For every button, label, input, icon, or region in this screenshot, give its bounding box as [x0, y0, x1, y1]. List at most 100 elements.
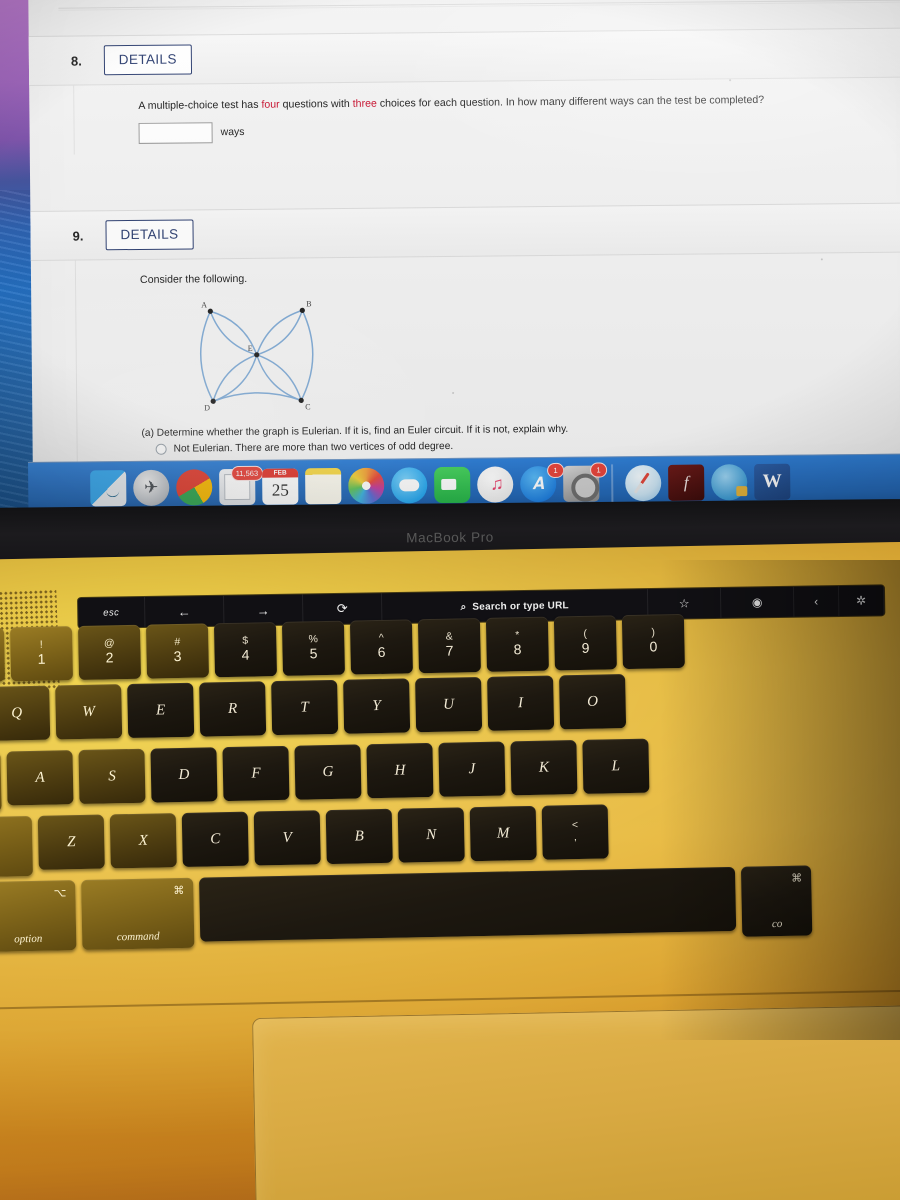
dock-item-flash-player[interactable]: f: [668, 464, 705, 509]
key-key-co[interactable]: ⌘ co: [740, 865, 813, 937]
key-label: T: [300, 698, 309, 716]
key-key-b[interactable]: B: [325, 808, 393, 865]
graph-svg: A B E D C: [200, 299, 314, 412]
key-key-7[interactable]: & 7: [417, 617, 481, 674]
key-label: U: [443, 695, 455, 713]
question-8-answer-input[interactable]: [138, 122, 213, 144]
key-key-n[interactable]: N: [397, 807, 465, 863]
key-label: 4: [241, 646, 250, 664]
key-label: S: [108, 767, 116, 784]
key-key-y[interactable]: Y: [343, 678, 411, 734]
key-label: B: [354, 827, 364, 845]
key-key-x[interactable]: X: [109, 813, 177, 869]
keyboard[interactable]: ~`!1@2#3$4%5^6&7*8(9)0 tabQWERTYUIO ps l…: [0, 608, 900, 959]
key-key-o[interactable]: O: [559, 674, 627, 730]
graph-edge: [200, 310, 214, 402]
graph-edge: [300, 310, 314, 401]
key-key-u[interactable]: U: [415, 676, 483, 733]
key-key-2[interactable]: @2: [77, 624, 142, 681]
key-key-5[interactable]: % 5: [281, 620, 345, 676]
graph-vertex: [298, 397, 304, 403]
calendar-month: FEB: [262, 467, 299, 478]
key-key-option[interactable]: ⌥ option: [0, 880, 77, 953]
question-8-details-button[interactable]: DETAILS: [103, 44, 192, 76]
key-key-w[interactable]: W: [55, 684, 123, 740]
key-key-e[interactable]: E: [127, 682, 195, 739]
dock-separator: [611, 463, 614, 502]
touchbar-back-icon[interactable]: ←: [144, 595, 225, 627]
dock-item-system-preferences[interactable]: 1: [563, 461, 608, 510]
trackpad[interactable]: [252, 1004, 900, 1200]
key-key-3[interactable]: #3: [145, 623, 210, 679]
key-key-k[interactable]: K: [510, 740, 578, 796]
keyboard-row-modifiers[interactable]: ^control⌥option⌘command⌘co: [0, 861, 900, 953]
dock-item-notes[interactable]: [305, 467, 342, 504]
key-key-a[interactable]: A: [6, 750, 74, 806]
question-9-details-button[interactable]: DETAILS: [105, 219, 194, 251]
dock-item-itunes[interactable]: ♫: [477, 465, 514, 503]
key-key-0[interactable]: ) 0: [621, 613, 685, 670]
key-label: K: [538, 759, 550, 776]
graph-vertex-label: C: [305, 402, 310, 411]
key-key-g[interactable]: G: [294, 744, 362, 800]
key-label: J: [468, 760, 476, 777]
key-key-[interactable]: ~`: [0, 627, 6, 683]
key-label: O: [586, 693, 599, 710]
key-key-9[interactable]: (9: [553, 615, 617, 671]
key-key-d[interactable]: D: [150, 747, 218, 803]
key-space[interactable]: [199, 866, 737, 942]
key-key-1[interactable]: ! 1: [9, 626, 74, 682]
graph-vertex-label: B: [306, 299, 311, 308]
dock-item-word[interactable]: W: [754, 463, 791, 500]
key-key-z[interactable]: Z: [37, 814, 105, 870]
key-key-ps-lock[interactable]: ps lock: [0, 751, 2, 814]
key-key-l[interactable]: L: [582, 738, 650, 794]
graph-edge: [212, 354, 258, 402]
key-key-h[interactable]: H: [366, 742, 434, 799]
key-key-i[interactable]: I: [487, 675, 555, 731]
key-key-f[interactable]: F: [222, 745, 290, 802]
key-label: L: [611, 757, 621, 774]
dock-item-launchpad[interactable]: ✈: [133, 469, 170, 506]
key-key-r[interactable]: R: [199, 681, 267, 737]
radio-button-icon[interactable]: [155, 443, 167, 455]
dock-item-photos[interactable]: [348, 467, 385, 504]
photo-of-macbook-with-homework-page: 8. DETAILS A multiple-choice test has fo…: [0, 0, 900, 1200]
key-key-command[interactable]: ⌘ command: [81, 877, 195, 951]
key-key-8[interactable]: * 8: [485, 616, 549, 672]
dock-item-chrome[interactable]: [176, 468, 213, 513]
dock-item-finder[interactable]: [90, 469, 127, 514]
key-label: I: [517, 694, 524, 711]
key-key-[interactable]: [0, 815, 33, 879]
dock-item-facetime[interactable]: [434, 466, 471, 503]
key-label: F: [251, 764, 261, 782]
graph-vertex: [254, 352, 260, 358]
key-key-6[interactable]: ^ 6: [349, 619, 413, 675]
key-key-[interactable]: <,: [541, 804, 609, 860]
question-9-option-row[interactable]: Not Eulerian. There are more than two ve…: [142, 436, 900, 455]
key-label: 7: [445, 642, 454, 660]
key-label: command: [116, 930, 160, 944]
dock-item-safari[interactable]: [625, 464, 662, 509]
question-card-9: 9. DETAILS Consider the following. A B E D C: [30, 202, 900, 466]
key-key-c[interactable]: C: [181, 811, 249, 867]
key-key-j[interactable]: J: [438, 741, 506, 797]
key-key-s[interactable]: S: [78, 748, 146, 805]
key-shift-label: #: [174, 635, 181, 648]
key-key-q[interactable]: Q: [0, 685, 51, 741]
dock-item-messages[interactable]: [391, 466, 428, 504]
key-key-t[interactable]: T: [271, 679, 339, 736]
dock-item-network-globe[interactable]: [711, 463, 748, 500]
key-key-4[interactable]: $4: [213, 622, 278, 678]
dock-item-calendar[interactable]: FEB 25: [262, 467, 299, 505]
graph-vertex-label: D: [204, 403, 210, 412]
key-shift-label: *: [515, 629, 520, 642]
key-key-m[interactable]: M: [469, 805, 537, 862]
key-label: H: [394, 761, 406, 779]
dock-item-mail[interactable]: 11,563: [219, 465, 264, 513]
touchbar-esc-key[interactable]: esc: [78, 596, 146, 628]
dock-item-app-store[interactable]: 𝑨1: [520, 462, 565, 502]
key-label: 8: [513, 641, 522, 658]
card-divider-top: [58, 0, 900, 9]
key-key-v[interactable]: V: [253, 810, 321, 866]
